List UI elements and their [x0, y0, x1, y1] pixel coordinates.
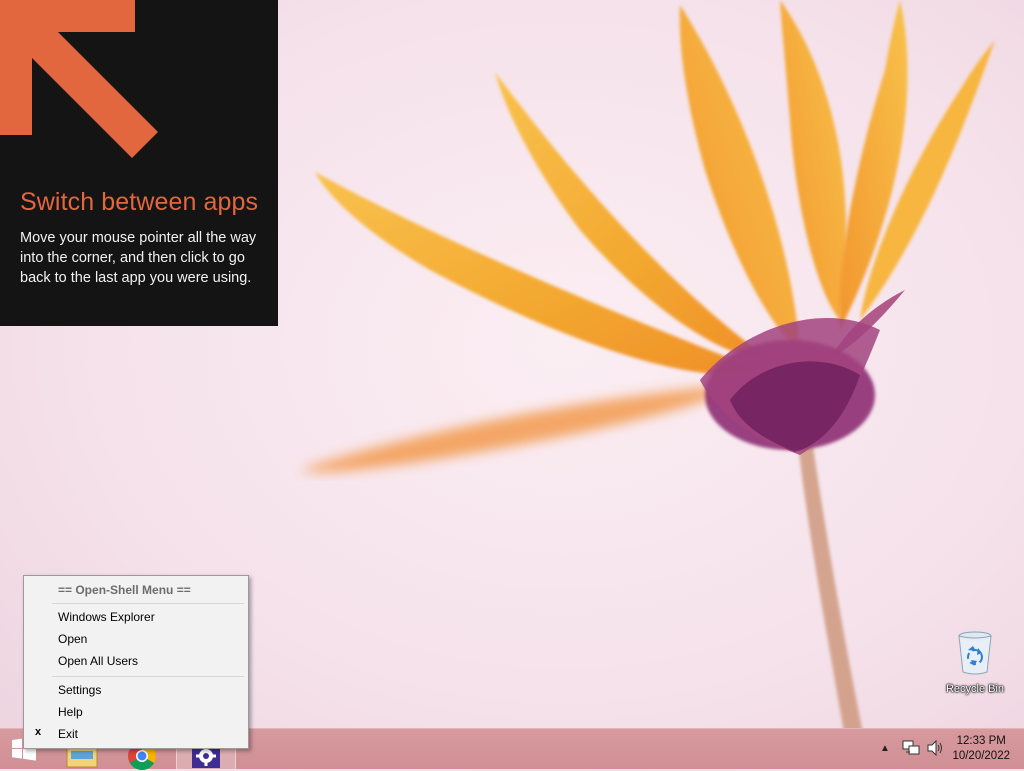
- arrow-up-left-icon: [0, 0, 158, 158]
- network-icon[interactable]: [902, 740, 920, 756]
- arrow-shape: [0, 0, 158, 158]
- menu-item-help[interactable]: Help: [58, 702, 243, 722]
- menu-item-windows-explorer[interactable]: Windows Explorer: [58, 607, 243, 627]
- menu-item-exit-check-icon: x: [35, 726, 42, 738]
- menu-item-open-all-users[interactable]: Open All Users: [58, 651, 243, 671]
- menu-gutter: [24, 576, 51, 748]
- menu-separator: [52, 603, 244, 604]
- taskbar-clock[interactable]: 12:33 PM 10/20/2022: [952, 734, 1010, 764]
- recycle-bin-icon: [958, 631, 992, 675]
- desktop-icon-label: Recycle Bin: [945, 683, 1005, 695]
- menu-header: == Open-Shell Menu ==: [58, 583, 191, 597]
- clock-date: 10/20/2022: [952, 750, 1010, 762]
- tip-title: Switch between apps: [20, 188, 259, 216]
- clock-time: 12:33 PM: [956, 735, 1006, 747]
- menu-separator: [52, 676, 244, 677]
- menu-item-exit[interactable]: Exit: [58, 724, 243, 744]
- menu-item-settings[interactable]: Settings: [58, 680, 243, 700]
- tip-body: Move your mouse pointer all the way into…: [20, 230, 257, 286]
- volume-icon[interactable]: [926, 740, 944, 756]
- show-hidden-icons-chevron-icon[interactable]: ▲: [880, 743, 890, 754]
- menu-item-open[interactable]: Open: [58, 629, 243, 649]
- system-tray: ▲ 12:33 PM 10/20/2022: [864, 729, 1024, 769]
- tip-card: Switch between apps Move your mouse poin…: [0, 0, 278, 326]
- desktop-icon-recycle-bin[interactable]: Recycle Bin: [940, 630, 1010, 695]
- open-shell-context-menu: == Open-Shell Menu == Windows Explorer O…: [23, 575, 249, 749]
